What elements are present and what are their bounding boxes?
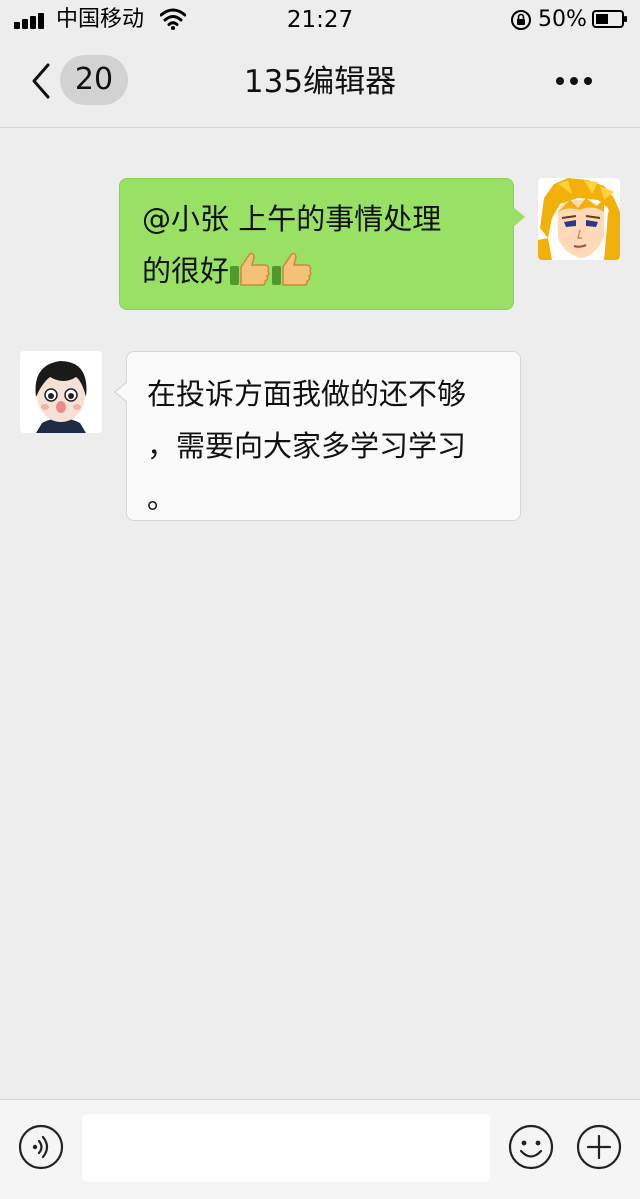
message-text-line: ，需要向大家多学习学习 bbox=[147, 429, 467, 463]
message-text-line: 。 bbox=[147, 481, 177, 515]
message-input[interactable] bbox=[82, 1114, 490, 1182]
battery-icon bbox=[592, 10, 627, 28]
status-bar: 中国移动 21:27 50% bbox=[0, 0, 640, 40]
unread-count-badge[interactable]: 20 bbox=[60, 55, 128, 105]
anime-character-avatar[interactable] bbox=[538, 178, 620, 260]
back-chevron-icon[interactable] bbox=[30, 62, 52, 100]
sent-message-bubble[interactable]: @小张 上午的事情处理 的很好 bbox=[119, 178, 525, 310]
message-text-line: 在投诉方面我做的还不够 bbox=[147, 377, 467, 411]
nav-bar: 20 135编辑器 bbox=[0, 40, 640, 128]
chat-title: 135编辑器 bbox=[243, 64, 397, 100]
voice-icon[interactable] bbox=[18, 1124, 64, 1170]
orientation-lock-icon bbox=[511, 10, 531, 30]
received-message-bubble[interactable]: 在投诉方面我做的还不够 ，需要向大家多学习学习 。 bbox=[114, 351, 521, 521]
cartoon-boy-avatar[interactable] bbox=[20, 351, 102, 433]
chat-input-bar bbox=[0, 1099, 640, 1199]
thumbs-up-icon bbox=[272, 252, 312, 286]
plus-icon[interactable] bbox=[576, 1124, 622, 1170]
thumbs-up-icon bbox=[230, 252, 270, 286]
battery-percent: 50% bbox=[538, 7, 587, 32]
emoji-icon[interactable] bbox=[508, 1124, 554, 1170]
message-text-line: @小张 上午的事情处理 bbox=[142, 202, 442, 236]
message-text-line: 的很好 bbox=[142, 254, 230, 288]
more-dots-icon[interactable] bbox=[552, 70, 596, 92]
